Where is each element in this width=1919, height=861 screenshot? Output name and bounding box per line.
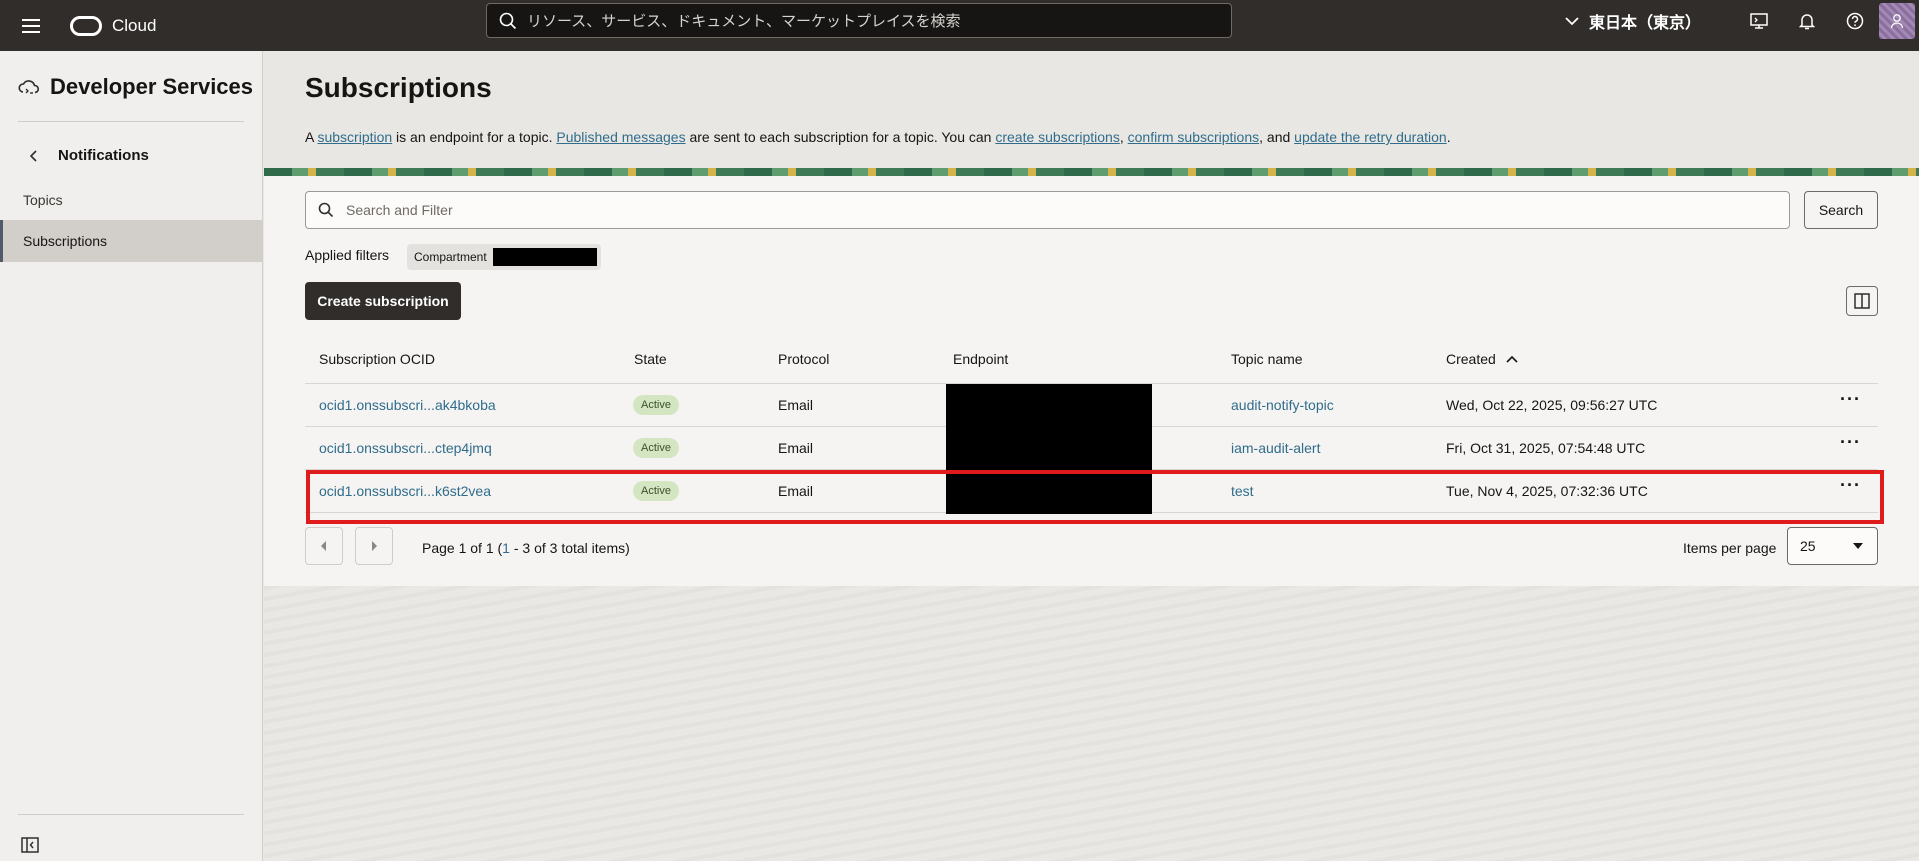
sidebar-item-subscriptions[interactable]: Subscriptions	[0, 220, 263, 262]
status-badge: Active	[633, 438, 679, 458]
pagination-text: - 3 of 3 total items)	[509, 540, 630, 556]
items-per-page-select[interactable]: 25	[1787, 527, 1878, 565]
pagination-text: Page 1 of 1 (	[422, 540, 503, 556]
sidebar-bottom-divider	[18, 814, 244, 815]
created-cell: Wed, Oct 22, 2025, 09:56:27 UTC	[1446, 397, 1658, 413]
compartment-filter-chip[interactable]: Compartment	[407, 244, 601, 270]
global-search-input[interactable]: リソース、サービス、ドキュメント、マーケットプレイスを検索	[486, 3, 1232, 38]
header-label: Topic name	[1231, 351, 1303, 367]
background-pattern	[264, 586, 1919, 861]
desc-text: are sent to each subscription for a topi…	[685, 129, 996, 145]
sidebar-header: Developer Services	[18, 74, 253, 100]
cloud-shell-icon[interactable]	[1735, 0, 1783, 42]
column-header-topic[interactable]: Topic name	[1231, 351, 1303, 367]
protocol-cell: Email	[778, 440, 814, 456]
create-subscription-button[interactable]: Create subscription	[305, 282, 461, 320]
sidebar: Developer Services Notifications Topics …	[0, 51, 263, 861]
header-label: State	[634, 351, 667, 367]
sort-ascending-icon	[1506, 355, 1518, 363]
previous-page-button[interactable]	[305, 527, 343, 565]
status-badge: Active	[633, 395, 679, 415]
header-label: Subscription OCID	[319, 351, 435, 367]
row-actions-icon[interactable]: ···	[1840, 389, 1861, 410]
pagination-range-start: 1	[502, 540, 510, 556]
columns-icon	[1854, 293, 1870, 309]
developer-services-icon	[18, 80, 40, 94]
top-bar: Cloud リソース、サービス、ドキュメント、マーケットプレイスを検索 東日本（…	[0, 0, 1919, 51]
help-icon[interactable]	[1831, 0, 1879, 42]
global-search-placeholder: リソース、サービス、ドキュメント、マーケットプレイスを検索	[527, 13, 961, 30]
notifications-bell-icon[interactable]	[1783, 0, 1831, 42]
caret-left-icon	[321, 541, 326, 551]
desc-text: ,	[1119, 129, 1128, 145]
update-retry-duration-link[interactable]: update the retry duration	[1294, 129, 1447, 145]
pagination-summary: Page 1 of 1 (1 - 3 of 3 total items)	[422, 540, 630, 556]
ocid-link[interactable]: ocid1.onssubscri...ak4bkoba	[319, 397, 496, 413]
highlight-box	[306, 470, 1884, 524]
content-panel	[264, 176, 1919, 586]
sidebar-divider	[18, 121, 244, 122]
header-label: Protocol	[778, 351, 830, 367]
subscription-link[interactable]: subscription	[317, 129, 392, 145]
chevron-down-icon	[1565, 17, 1579, 26]
column-header-created[interactable]: Created	[1446, 351, 1518, 367]
oracle-logo-icon	[70, 15, 102, 36]
header-label: Endpoint	[953, 351, 1009, 367]
next-page-button[interactable]	[355, 527, 393, 565]
column-header-state[interactable]: State	[634, 351, 667, 367]
create-subscriptions-link[interactable]: create subscriptions	[995, 129, 1120, 145]
page-title: Subscriptions	[305, 72, 492, 103]
column-header-ocid[interactable]: Subscription OCID	[319, 351, 435, 367]
back-to-notifications[interactable]: Notifications	[30, 147, 149, 164]
confirm-subscriptions-link[interactable]: confirm subscriptions	[1128, 129, 1260, 145]
caret-right-icon	[372, 541, 377, 551]
page-header-area	[264, 51, 1919, 168]
menu-icon[interactable]	[22, 14, 46, 38]
caret-down-icon	[1853, 543, 1863, 549]
page-description: A subscription is an endpoint for a topi…	[305, 129, 1451, 145]
protocol-cell: Email	[778, 397, 814, 413]
desc-text: A	[305, 129, 318, 145]
search-button[interactable]: Search	[1804, 191, 1878, 229]
row-actions-icon[interactable]: ···	[1840, 432, 1861, 453]
sidebar-title: Developer Services	[50, 74, 254, 99]
created-cell: Fri, Oct 31, 2025, 07:54:48 UTC	[1446, 440, 1646, 456]
topic-link[interactable]: iam-audit-alert	[1231, 440, 1320, 456]
search-icon	[499, 12, 517, 29]
region-selector[interactable]: 東日本（東京）	[1565, 0, 1701, 42]
column-header-endpoint[interactable]: Endpoint	[953, 351, 1008, 367]
user-icon	[1890, 14, 1904, 29]
manage-columns-button[interactable]	[1846, 286, 1878, 316]
top-icons	[1735, 0, 1919, 42]
redacted-compartment	[492, 248, 597, 266]
sidebar-item-label: Subscriptions	[23, 233, 108, 249]
search-filter-input[interactable]: Search and Filter	[305, 191, 1790, 229]
column-header-protocol[interactable]: Protocol	[778, 351, 829, 367]
topic-link[interactable]: audit-notify-topic	[1231, 397, 1334, 413]
search-icon	[318, 202, 334, 218]
region-label: 東日本（東京）	[1589, 15, 1702, 32]
search-filter-placeholder: Search and Filter	[346, 202, 453, 218]
chevron-left-icon	[30, 149, 37, 162]
applied-filters-label: Applied filters	[305, 247, 390, 263]
chip-label: Compartment	[414, 250, 487, 264]
sidebar-item-topics[interactable]: Topics	[0, 179, 263, 221]
desc-text: .	[1446, 129, 1451, 145]
ocid-link[interactable]: ocid1.onssubscri...ctep4jmq	[319, 440, 492, 456]
items-per-page-label: Items per page	[1683, 540, 1777, 556]
brand-label: Cloud	[112, 15, 157, 35]
items-per-page-value: 25	[1800, 538, 1816, 554]
user-avatar[interactable]	[1879, 3, 1915, 39]
back-label: Notifications	[58, 147, 149, 164]
oracle-cloud-logo[interactable]: Cloud	[70, 15, 157, 36]
published-messages-link[interactable]: Published messages	[556, 129, 685, 145]
desc-text: , and	[1259, 129, 1295, 145]
header-label: Created	[1446, 351, 1496, 367]
collapse-sidebar-icon[interactable]	[21, 837, 39, 856]
sidebar-item-label: Topics	[23, 192, 63, 208]
desc-text: is an endpoint for a topic.	[392, 129, 557, 145]
